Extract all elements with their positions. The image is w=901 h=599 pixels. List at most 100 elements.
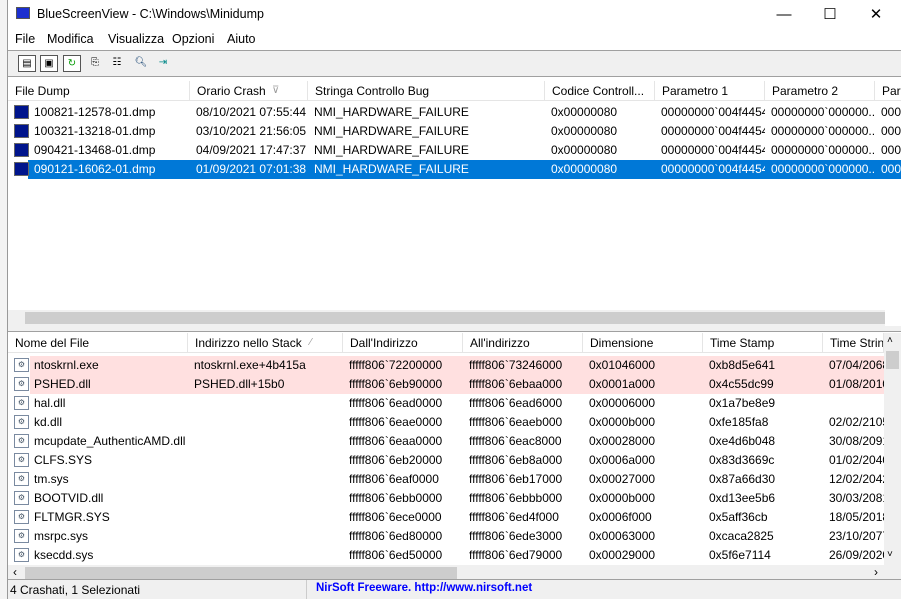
table-cell: 100321-13218-01.dmp	[34, 124, 156, 138]
table-cell: fffff806`6eae0000	[349, 415, 443, 429]
module-file-icon: ⚙	[14, 377, 29, 391]
column-header[interactable]: Para	[875, 81, 901, 101]
exit-icon[interactable]: ⇥	[154, 55, 172, 72]
dump-file-icon	[14, 124, 29, 138]
module-file-icon: ⚙	[14, 472, 29, 486]
table-row[interactable]: PSHED.dll PSHED.dll+15b0 fffff806`6eb90000…	[8, 375, 884, 394]
table-cell: 0x5f6e7114	[709, 548, 771, 562]
table-cell: 03/10/2021 21:56:05	[196, 124, 307, 138]
column-header[interactable]: Stringa Controllo Bug	[308, 81, 545, 101]
menu-modifica[interactable]: Modifica	[47, 32, 94, 46]
table-cell	[188, 451, 343, 470]
table-row[interactable]: hal.dll fffff806`6ead0000 fffff806`6ead600…	[8, 394, 884, 413]
table-cell: fffff806`6eb17000	[469, 472, 563, 486]
column-header[interactable]: Dall'Indirizzo	[343, 333, 463, 353]
column-header[interactable]: Orario Crash ⊽	[190, 81, 308, 101]
table-row[interactable]: FLTMGR.SYS fffff806`6ece0000 fffff806`6ed4…	[8, 508, 884, 527]
table-cell: 0000	[881, 105, 901, 119]
module-file-icon: ⚙	[14, 358, 29, 372]
column-header[interactable]: Indirizzo nello Stack ⁄	[188, 333, 343, 353]
module-file-icon: ⚙	[14, 510, 29, 524]
table-row[interactable]: CLFS.SYS fffff806`6eb20000 fffff806`6eb8a0…	[8, 451, 884, 470]
table-row[interactable]: ntoskrnl.exe ntoskrnl.exe+4b415a fffff806`…	[8, 356, 884, 375]
maximize-button[interactable]: ☐	[807, 0, 853, 30]
table-row[interactable]: 100821-12578-01.dmp 08/10/2021 07:55:44 NM…	[8, 103, 901, 122]
table-cell: 00000000`000000...	[765, 160, 875, 179]
column-header-label: Parametro 1	[662, 84, 729, 98]
table-cell: 0xb8d5e641	[709, 358, 776, 372]
table-row[interactable]: BOOTVID.dll fffff806`6ebb0000 fffff806`6eb…	[8, 489, 884, 508]
column-header[interactable]: Time Stamp	[703, 333, 823, 353]
module-list-vscrollbar[interactable]: ˄ ˅	[884, 333, 901, 565]
crash-list-hscrollbar[interactable]	[8, 310, 885, 326]
menu-visualizza[interactable]: Visualizza	[108, 32, 164, 46]
table-cell: ntoskrnl.exe+4b415a	[194, 358, 306, 372]
nirsoft-link[interactable]: NirSoft Freeware. http://www.nirsoft.net	[316, 582, 532, 594]
column-header[interactable]: Nome del File	[8, 333, 188, 353]
column-header-label: Dimensione	[590, 336, 654, 350]
column-header[interactable]: All'indirizzo	[463, 333, 583, 353]
table-cell: 0000	[881, 143, 901, 157]
table-row[interactable]: ksecdd.sys fffff806`6ed50000 fffff806`6ed7…	[8, 546, 884, 565]
table-row[interactable]: 090421-13468-01.dmp 04/09/2021 17:47:37 NM…	[8, 141, 901, 160]
table-cell: 0000	[875, 160, 901, 179]
table-cell: 00000000`000000...	[771, 124, 875, 138]
save-icon[interactable]: ▣	[40, 55, 58, 72]
options-icon[interactable]: ☷	[108, 55, 126, 72]
menu-opzioni[interactable]: Opzioni	[172, 32, 214, 46]
table-cell: 0x00063000	[589, 529, 656, 543]
column-header-label: Indirizzo nello Stack	[195, 336, 302, 350]
scroll-left-icon[interactable]: ‹	[13, 565, 17, 579]
table-row[interactable]: 100321-13218-01.dmp 03/10/2021 21:56:05 NM…	[8, 122, 901, 141]
splitter[interactable]	[8, 326, 901, 332]
module-file-icon: ⚙	[14, 548, 29, 562]
table-cell: fffff806`6ead0000	[349, 396, 443, 410]
scroll-right-icon[interactable]: ›	[874, 565, 878, 579]
scroll-down-icon[interactable]: ˅	[887, 549, 893, 560]
column-header[interactable]: Codice Controll...	[545, 81, 655, 101]
find-icon[interactable]: 🔍︎	[132, 55, 150, 72]
column-header[interactable]: Parametro 2	[765, 81, 875, 101]
column-header-label: Orario Crash	[197, 84, 266, 98]
column-header[interactable]: Parametro 1	[655, 81, 765, 101]
module-list-header: Nome del File Indirizzo nello Stack ⁄ Dall'…	[8, 333, 884, 353]
module-file-icon: ⚙	[14, 434, 29, 448]
table-row[interactable]: kd.dll fffff806`6eae0000 fffff806`6eaeb000…	[8, 413, 884, 432]
column-header[interactable]: Time String	[823, 333, 884, 353]
table-row[interactable]: tm.sys fffff806`6eaf0000 fffff806`6eb17000…	[8, 470, 884, 489]
close-button[interactable]: ✕	[853, 0, 899, 30]
table-cell: 04/09/2021 17:47:37	[196, 143, 307, 157]
table-cell: fffff806`6eaa0000	[349, 434, 443, 448]
column-header[interactable]: File Dump	[8, 81, 190, 101]
minimize-button[interactable]: —	[761, 0, 807, 30]
table-row[interactable]: mcupdate_AuthenticAMD.dll fffff806`6eaa00…	[8, 432, 884, 451]
module-file-icon: ⚙	[14, 491, 29, 505]
refresh-icon[interactable]: ↻	[63, 55, 81, 72]
table-cell: fffff806`6ed80000	[349, 529, 443, 543]
module-list: Nome del File Indirizzo nello Stack ⁄ Dall'…	[8, 333, 884, 565]
table-cell: fffff806`6ebbb000	[469, 491, 563, 505]
table-cell: NMI_HARDWARE_FAILURE	[314, 105, 469, 119]
menu-aiuto[interactable]: Aiuto	[227, 32, 256, 46]
scroll-up-icon[interactable]: ˄	[887, 335, 893, 346]
table-cell: 0x00027000	[589, 472, 656, 486]
scroll-thumb[interactable]	[25, 567, 457, 579]
module-file-icon: ⚙	[14, 415, 29, 429]
table-cell: 0xe4d6b048	[709, 434, 776, 448]
table-cell: 00000000`004f4454	[661, 143, 765, 157]
dump-file-icon	[14, 143, 29, 157]
scroll-thumb[interactable]	[25, 312, 885, 324]
scroll-thumb[interactable]	[886, 351, 899, 369]
table-cell: 07/04/2068	[829, 358, 884, 372]
table-cell: fffff806`6ece0000	[349, 510, 442, 524]
menu-file[interactable]: File	[15, 32, 35, 46]
table-row[interactable]: 090121-16062-01.dmp 01/09/2021 07:01:38 NM…	[8, 160, 901, 179]
table-cell: fffff806`6ed79000	[469, 548, 563, 562]
table-row[interactable]: msrpc.sys fffff806`6ed80000 fffff806`6ede3…	[8, 527, 884, 546]
properties-icon[interactable]: ▤	[18, 55, 36, 72]
menu-bar: File Modifica Visualizza Opzioni Aiuto	[8, 30, 901, 50]
table-cell: fffff806`72200000	[349, 358, 443, 372]
column-header[interactable]: Dimensione	[583, 333, 703, 353]
copy-icon[interactable]: ⎘	[86, 55, 104, 72]
table-cell: fffff806`6ed4f000	[469, 510, 559, 524]
